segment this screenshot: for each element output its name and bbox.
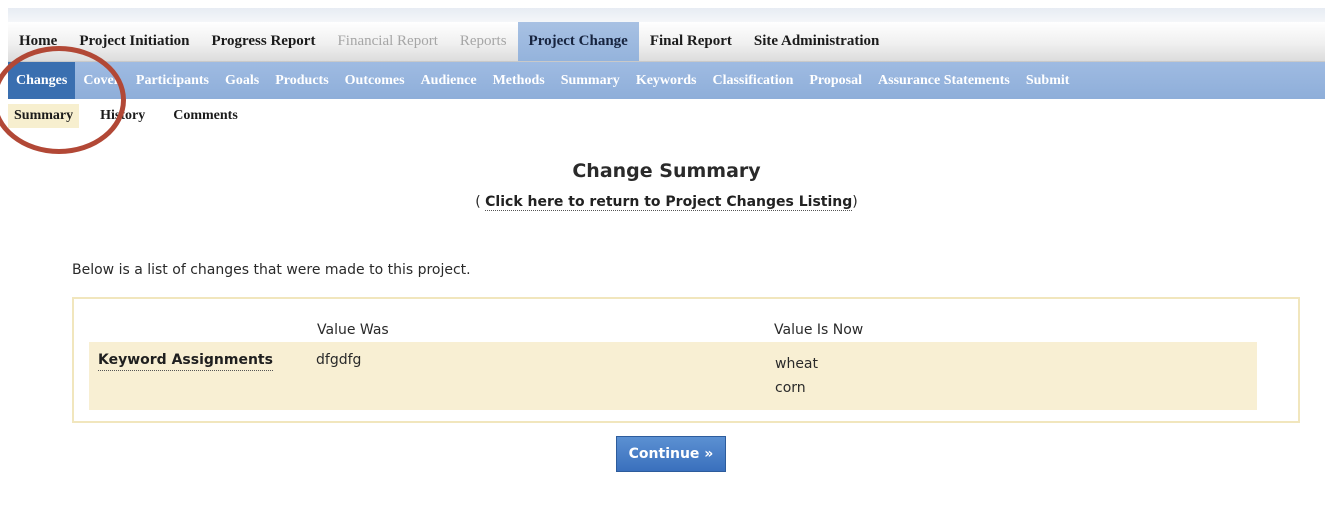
- main-nav: Home Project Initiation Progress Report …: [8, 22, 1325, 62]
- continue-button[interactable]: Continue »: [616, 436, 726, 472]
- column-header-value-was: Value Was: [317, 322, 389, 338]
- return-link-wrapper: ( Click here to return to Project Change…: [8, 194, 1325, 211]
- tab-summary[interactable]: Summary: [8, 104, 80, 128]
- sub-nav-changes[interactable]: Changes: [8, 62, 76, 99]
- sub-nav-participants[interactable]: Participants: [128, 62, 217, 99]
- changed-field-name[interactable]: Keyword Assignments: [98, 352, 273, 371]
- tab-comments[interactable]: Comments: [166, 104, 245, 128]
- return-link-suffix: ): [852, 194, 858, 210]
- sub-nav-audience[interactable]: Audience: [413, 62, 485, 99]
- sub-nav: Changes Cover Participants Goals Product…: [8, 62, 1325, 99]
- page-title: Change Summary: [572, 160, 761, 182]
- main-nav-reports: Reports: [459, 33, 507, 49]
- table-row: Keyword Assignments dfgdfg wheat corn: [89, 342, 1257, 410]
- new-value-item: corn: [775, 380, 806, 396]
- main-nav-site-administration[interactable]: Site Administration: [743, 22, 890, 61]
- intro-text: Below is a list of changes that were mad…: [72, 262, 471, 278]
- return-to-listing-link[interactable]: Click here to return to Project Changes …: [485, 194, 853, 211]
- sub-nav-keywords[interactable]: Keywords: [628, 62, 705, 99]
- return-link-prefix: (: [475, 194, 486, 210]
- tab-history[interactable]: History: [93, 104, 152, 128]
- column-header-value-is-now: Value Is Now: [774, 322, 864, 338]
- new-value-item: wheat: [775, 356, 819, 372]
- main-nav-project-change[interactable]: Project Change: [517, 22, 639, 61]
- sub-nav-classification[interactable]: Classification: [704, 62, 801, 99]
- main-nav-financial-report: Financial Report: [337, 33, 438, 49]
- main-nav-progress-report[interactable]: Progress Report: [200, 22, 326, 61]
- sub-nav-products[interactable]: Products: [267, 62, 336, 99]
- sub-nav-proposal[interactable]: Proposal: [801, 62, 870, 99]
- sub-nav-methods[interactable]: Methods: [485, 62, 553, 99]
- old-value: dfgdfg: [316, 352, 362, 368]
- main-nav-final-report[interactable]: Final Report: [639, 22, 743, 61]
- main-nav-project-initiation[interactable]: Project Initiation: [68, 22, 200, 61]
- sub-nav-outcomes[interactable]: Outcomes: [337, 62, 413, 99]
- sub-nav-assurance-statements[interactable]: Assurance Statements: [870, 62, 1018, 99]
- sub-nav-summary[interactable]: Summary: [553, 62, 628, 99]
- page-frame: Home Project Initiation Progress Report …: [0, 8, 1325, 515]
- main-nav-home[interactable]: Home: [8, 22, 68, 61]
- new-values: wheat corn: [775, 352, 818, 400]
- sub-nav-cover[interactable]: Cover: [75, 62, 128, 99]
- sub-nav-submit[interactable]: Submit: [1018, 62, 1078, 99]
- sub-nav-goals[interactable]: Goals: [217, 62, 267, 99]
- tab-nav: Summary History Comments: [8, 99, 1325, 133]
- changes-table: Value Was Value Is Now Keyword Assignmen…: [72, 297, 1300, 423]
- top-strip: [8, 8, 1325, 22]
